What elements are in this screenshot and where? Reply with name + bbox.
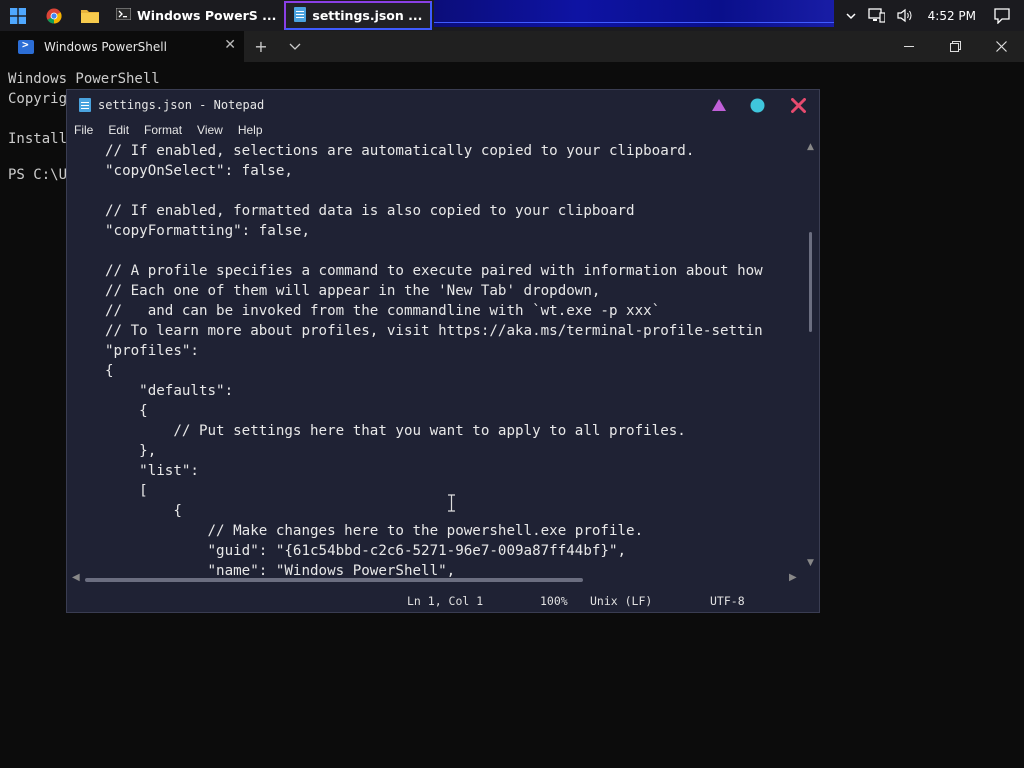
tab-windows-powershell[interactable]: Windows PowerShell ✕ [0, 31, 244, 62]
close-icon [995, 41, 1007, 52]
scroll-up-icon[interactable]: ▲ [807, 142, 814, 152]
minimize-icon [904, 45, 914, 47]
menu-edit[interactable]: Edit [108, 123, 129, 137]
notifications-icon[interactable] [994, 7, 1010, 24]
close-window-button[interactable] [978, 31, 1024, 62]
taskbar: Windows PowerS ... settings.json ... 4:5… [0, 0, 1024, 31]
file-explorer-taskbar-button[interactable] [72, 0, 108, 31]
code-line: [ [105, 483, 148, 499]
minimize-button[interactable] [709, 96, 729, 114]
code-line: "guid": "{61c54bbd-c2c6-5271-96e7-009a87… [105, 543, 627, 559]
menu-help[interactable]: Help [238, 123, 263, 137]
windows-logo-icon [10, 7, 26, 24]
new-tab-button[interactable]: + [244, 31, 278, 62]
code-line: { [105, 503, 182, 519]
triangle-minimize-icon [712, 99, 726, 111]
terminal-window-controls [886, 31, 1024, 62]
terminal-line: Windows PowerShell [8, 71, 160, 87]
terminal-tab-bar: Windows PowerShell ✕ + [0, 31, 1024, 62]
vertical-scroll-thumb[interactable] [809, 232, 812, 332]
chrome-icon [46, 8, 62, 24]
folder-icon [81, 10, 99, 23]
code-line: // and can be invoked from the commandli… [105, 303, 661, 319]
notepad-title-bar[interactable]: settings.json - Notepad [67, 90, 819, 120]
code-line: { [105, 363, 114, 379]
terminal-prompt: PS C:\U [8, 167, 68, 183]
zoom-level: 100% [540, 594, 568, 608]
menu-view[interactable]: View [197, 123, 223, 137]
horizontal-scrollbar[interactable]: ◀ ▶ [67, 572, 819, 586]
chevron-down-icon [289, 43, 301, 50]
code-line: // A profile specifies a command to exec… [105, 263, 763, 279]
taskbar-app-label: Windows PowerS ... [137, 8, 277, 23]
tab-title: Windows PowerShell [44, 39, 167, 54]
code-line: "copyOnSelect": false, [105, 163, 293, 179]
network-icon[interactable] [867, 8, 885, 23]
code-line: // Each one of them will appear in the '… [105, 283, 601, 299]
text-cursor-icon [448, 494, 455, 512]
code-line: }, [105, 443, 157, 459]
scroll-right-icon[interactable]: ▶ [789, 572, 797, 583]
code-line: // To learn more about profiles, visit h… [105, 323, 763, 339]
cursor-position: Ln 1, Col 1 [407, 594, 484, 608]
chevron-up-icon[interactable] [846, 12, 856, 20]
x-close-icon [790, 97, 806, 113]
taskbar-app-label: settings.json ... [312, 8, 423, 23]
minimize-button[interactable] [886, 31, 932, 62]
maximize-button[interactable] [747, 96, 767, 114]
close-tab-icon[interactable]: ✕ [224, 37, 236, 53]
taskbar-app-notepad[interactable]: settings.json ... [284, 1, 433, 30]
tab-dropdown-button[interactable] [278, 31, 312, 62]
terminal-line: Copyrig [8, 91, 68, 107]
restore-icon [949, 41, 961, 52]
scroll-left-icon[interactable]: ◀ [72, 572, 80, 583]
code-line: { [105, 403, 148, 419]
system-tray: 4:52 PM [833, 0, 1024, 31]
encoding: UTF-8 [710, 594, 745, 608]
window-title: settings.json - Notepad [98, 98, 265, 112]
menu-file[interactable]: File [74, 123, 93, 137]
menu-bar: File Edit Format View Help [67, 120, 278, 140]
start-button[interactable] [0, 0, 36, 31]
restore-button[interactable] [932, 31, 978, 62]
code-line: "copyFormatting": false, [105, 223, 310, 239]
plus-icon: + [254, 37, 268, 56]
terminal-icon [115, 7, 132, 23]
code-line: "list": [105, 463, 199, 479]
code-line: "profiles": [105, 343, 199, 359]
notepad-window: settings.json - Notepad File Edit Format… [66, 89, 820, 613]
code-line: // If enabled, formatted data is also co… [105, 203, 635, 219]
close-button[interactable] [788, 96, 808, 114]
circle-maximize-icon [750, 98, 764, 112]
code-line: "defaults": [105, 383, 234, 399]
code-line: // Make changes here to the powershell.e… [105, 523, 644, 539]
taskbar-app-powershell[interactable]: Windows PowerS ... [108, 0, 284, 31]
vertical-scrollbar[interactable]: ▲ ▼ [804, 142, 818, 572]
terminal-line: Install [8, 131, 68, 147]
code-line: // If enabled, selections are automatica… [105, 143, 695, 159]
powershell-icon [18, 38, 34, 54]
code-line: // Put settings here that you want to ap… [105, 423, 686, 439]
line-ending: Unix (LF) [590, 594, 653, 608]
notepad-icon [79, 98, 91, 112]
chrome-taskbar-button[interactable] [36, 0, 72, 31]
scroll-down-icon[interactable]: ▼ [807, 558, 814, 568]
status-bar: Ln 1, Col 1 100% Unix (LF) UTF-8 [67, 590, 819, 612]
menu-format[interactable]: Format [144, 123, 182, 137]
notepad-icon [294, 6, 307, 25]
volume-icon[interactable] [897, 8, 914, 23]
horizontal-scroll-thumb[interactable] [85, 578, 583, 582]
clock[interactable]: 4:52 PM [928, 9, 976, 23]
desktop-wallpaper-strip [434, 0, 844, 27]
